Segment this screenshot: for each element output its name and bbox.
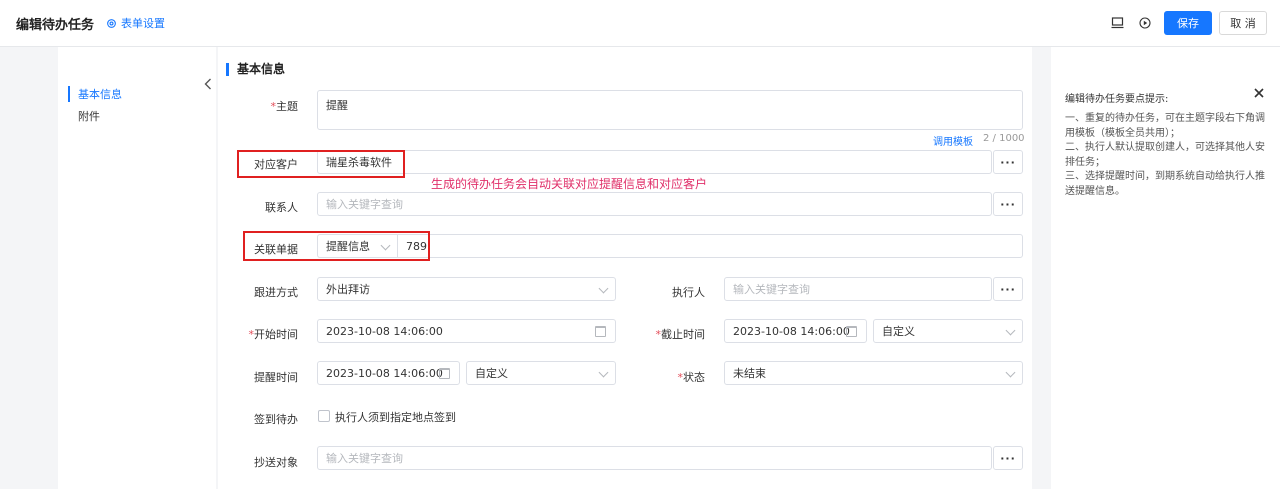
follow-method-label: 跟进方式 bbox=[254, 286, 298, 299]
tip-line: 一、重复的待办任务，可在主题字段右下角调用模板（模板全员共用）； bbox=[1065, 113, 1265, 139]
reminder-time-label: 提醒时间 bbox=[254, 371, 298, 384]
executor-input[interactable]: 输入关键字查询 bbox=[724, 277, 992, 301]
customer-input[interactable]: 瑞星杀毒软件 bbox=[317, 150, 992, 174]
executor-select-button[interactable]: ··· bbox=[993, 277, 1023, 301]
nav-item-attachments[interactable]: 附件 bbox=[68, 108, 100, 124]
calendar-icon bbox=[595, 326, 606, 337]
tip-line: 二、执行人默认提取创建人，可选择其他人安排任务； bbox=[1065, 142, 1265, 168]
follow-method-select[interactable]: 外出拜访 bbox=[317, 277, 616, 301]
tips-panel: 编辑待办任务要点提示: 一、重复的待办任务，可在主题字段右下角调用模板（模板全员… bbox=[1051, 47, 1280, 489]
chevron-left-icon bbox=[204, 78, 211, 90]
annotation-box-related-doc bbox=[243, 231, 430, 261]
deadline-mode-select[interactable]: 自定义 bbox=[873, 319, 1023, 343]
subject-label: *主题 bbox=[270, 100, 299, 113]
form-panel: 基本信息 *主题 提醒 调用模板 2 / 1000 对应客户 瑞星杀毒软件 ··… bbox=[218, 47, 1032, 489]
reminder-mode-select[interactable]: 自定义 bbox=[466, 361, 616, 385]
contact-select-button[interactable]: ··· bbox=[993, 192, 1023, 216]
contact-input[interactable]: 输入关键字查询 bbox=[317, 192, 992, 216]
print-preview-button[interactable] bbox=[1106, 12, 1128, 34]
calendar-icon bbox=[846, 326, 857, 337]
monitor-icon bbox=[1111, 17, 1123, 29]
top-header: 编辑待办任务 表单设置 保存 取 消 bbox=[0, 0, 1280, 47]
subject-textarea[interactable]: 提醒 bbox=[317, 90, 1023, 130]
deadline-picker[interactable]: 2023-10-08 14:06:00 bbox=[724, 319, 867, 343]
start-time-picker[interactable]: 2023-10-08 14:06:00 bbox=[317, 319, 616, 343]
chevron-down-icon bbox=[598, 283, 609, 294]
gear-icon bbox=[107, 18, 116, 28]
contact-label: 联系人 bbox=[265, 201, 298, 214]
template-link[interactable]: 调用模板 bbox=[933, 133, 973, 148]
collapse-nav-button[interactable] bbox=[200, 74, 216, 94]
close-icon bbox=[1254, 88, 1264, 98]
nav-item-basic-info[interactable]: 基本信息 bbox=[68, 86, 122, 102]
executor-label: 执行人 bbox=[672, 286, 705, 299]
checkin-checkbox-label[interactable]: 执行人须到指定地点签到 bbox=[335, 409, 456, 425]
tips-title: 编辑待办任务要点提示: bbox=[1065, 94, 1169, 105]
form-settings-label: 表单设置 bbox=[121, 17, 165, 30]
start-time-label: *开始时间 bbox=[248, 328, 299, 341]
calendar-icon bbox=[439, 368, 450, 379]
section-nav: 基本信息 附件 bbox=[58, 47, 216, 489]
customer-select-button[interactable]: ··· bbox=[993, 150, 1023, 174]
checkin-label: 签到待办 bbox=[254, 413, 298, 426]
checkin-checkbox[interactable] bbox=[318, 410, 330, 422]
page-title: 编辑待办任务 bbox=[16, 18, 95, 33]
chevron-down-icon bbox=[1005, 325, 1016, 336]
chevron-down-icon bbox=[1005, 367, 1016, 378]
related-doc-id-input[interactable]: 789 bbox=[397, 234, 1023, 258]
form-settings-link[interactable]: 表单设置 bbox=[106, 15, 165, 31]
status-select[interactable]: 未结束 bbox=[724, 361, 1023, 385]
annotation-note: 生成的待办任务会自动关联对应提醒信息和对应客户 bbox=[431, 177, 708, 191]
deadline-label: *截止时间 bbox=[655, 328, 706, 341]
annotation-box-customer bbox=[237, 150, 405, 178]
status-label: *状态 bbox=[677, 371, 706, 384]
tip-line: 三、选择提醒时间，到期系统自动给执行人推送提醒信息。 bbox=[1065, 171, 1265, 197]
tips-body: 一、重复的待办任务，可在主题字段右下角调用模板（模板全员共用）； 二、执行人默认… bbox=[1065, 112, 1265, 199]
cc-select-button[interactable]: ··· bbox=[993, 446, 1023, 470]
play-button[interactable] bbox=[1134, 12, 1156, 34]
cc-label: 抄送对象 bbox=[254, 456, 298, 469]
save-button[interactable]: 保存 bbox=[1164, 11, 1212, 35]
cc-input[interactable]: 输入关键字查询 bbox=[317, 446, 992, 470]
close-tips-button[interactable] bbox=[1253, 87, 1267, 101]
section-title: 基本信息 bbox=[226, 63, 285, 76]
reminder-time-picker[interactable]: 2023-10-08 14:06:00 bbox=[317, 361, 460, 385]
char-counter: 2 / 1000 bbox=[983, 133, 1025, 144]
play-circle-icon bbox=[1139, 17, 1151, 29]
cancel-button[interactable]: 取 消 bbox=[1219, 11, 1267, 35]
chevron-down-icon bbox=[598, 367, 609, 378]
